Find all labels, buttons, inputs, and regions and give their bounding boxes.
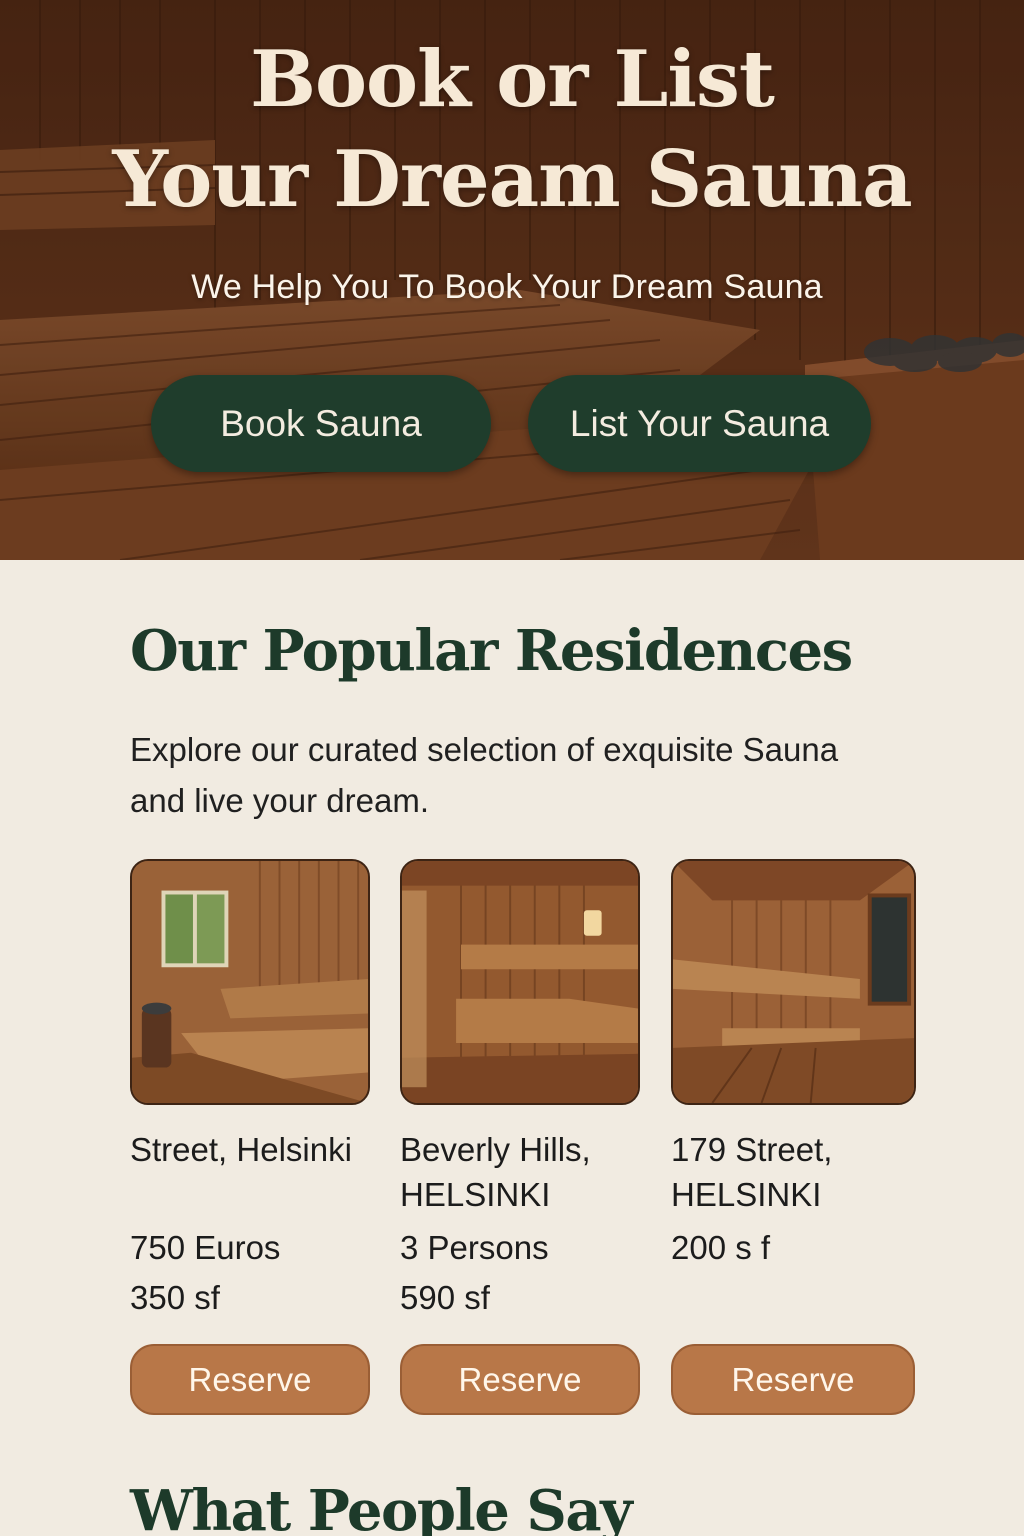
reserve-button[interactable]: Reserve <box>130 1344 370 1415</box>
hero-title-line1: Book or List <box>250 34 775 125</box>
hero-title: Book or List Your Dream Sauna <box>0 30 1024 230</box>
residence-capacity: 3 Persons <box>400 1229 549 1266</box>
residence-address: Beverly Hills, HELSINKI <box>400 1131 591 1213</box>
hero-title-line2: Your Dream Sauna <box>112 134 912 225</box>
residence-card: Beverly Hills, HELSINKI 3 Persons 590 sf… <box>400 859 645 1415</box>
sauna-photo <box>402 861 638 1103</box>
residence-card: 179 Street, HELSINKI 200 s f Reserve <box>671 859 916 1415</box>
residence-card: Street, Helsinki 750 Euros 350 sf Reserv… <box>130 859 375 1415</box>
residence-image[interactable] <box>130 859 370 1105</box>
residence-size: 590 sf <box>400 1279 490 1316</box>
residence-size: 350 sf <box>130 1279 220 1316</box>
residence-address: Street, Helsinki <box>130 1131 352 1168</box>
sauna-photo <box>132 861 368 1103</box>
residences-description: Explore our curated selection of exquisi… <box>130 731 839 819</box>
residence-price: 750 Euros <box>130 1229 281 1266</box>
reserve-button[interactable]: Reserve <box>671 1344 915 1415</box>
sauna-photo <box>673 861 914 1103</box>
hero-subtitle: We Help You To Book Your Dream Sauna <box>191 268 823 306</box>
reserve-button[interactable]: Reserve <box>400 1344 640 1415</box>
list-your-sauna-button[interactable]: List Your Sauna <box>528 375 871 472</box>
residences-title: Our Popular Residences <box>130 618 853 684</box>
hero-section: Book or List Your Dream Sauna We Help Yo… <box>0 0 1024 560</box>
book-sauna-button[interactable]: Book Sauna <box>151 375 491 472</box>
residence-address: 179 Street, HELSINKI <box>671 1131 833 1213</box>
testimonials-title: What People Say <box>130 1478 633 1536</box>
residence-image[interactable] <box>400 859 640 1105</box>
residence-size: 200 s f <box>671 1229 771 1266</box>
residence-image[interactable] <box>671 859 916 1105</box>
